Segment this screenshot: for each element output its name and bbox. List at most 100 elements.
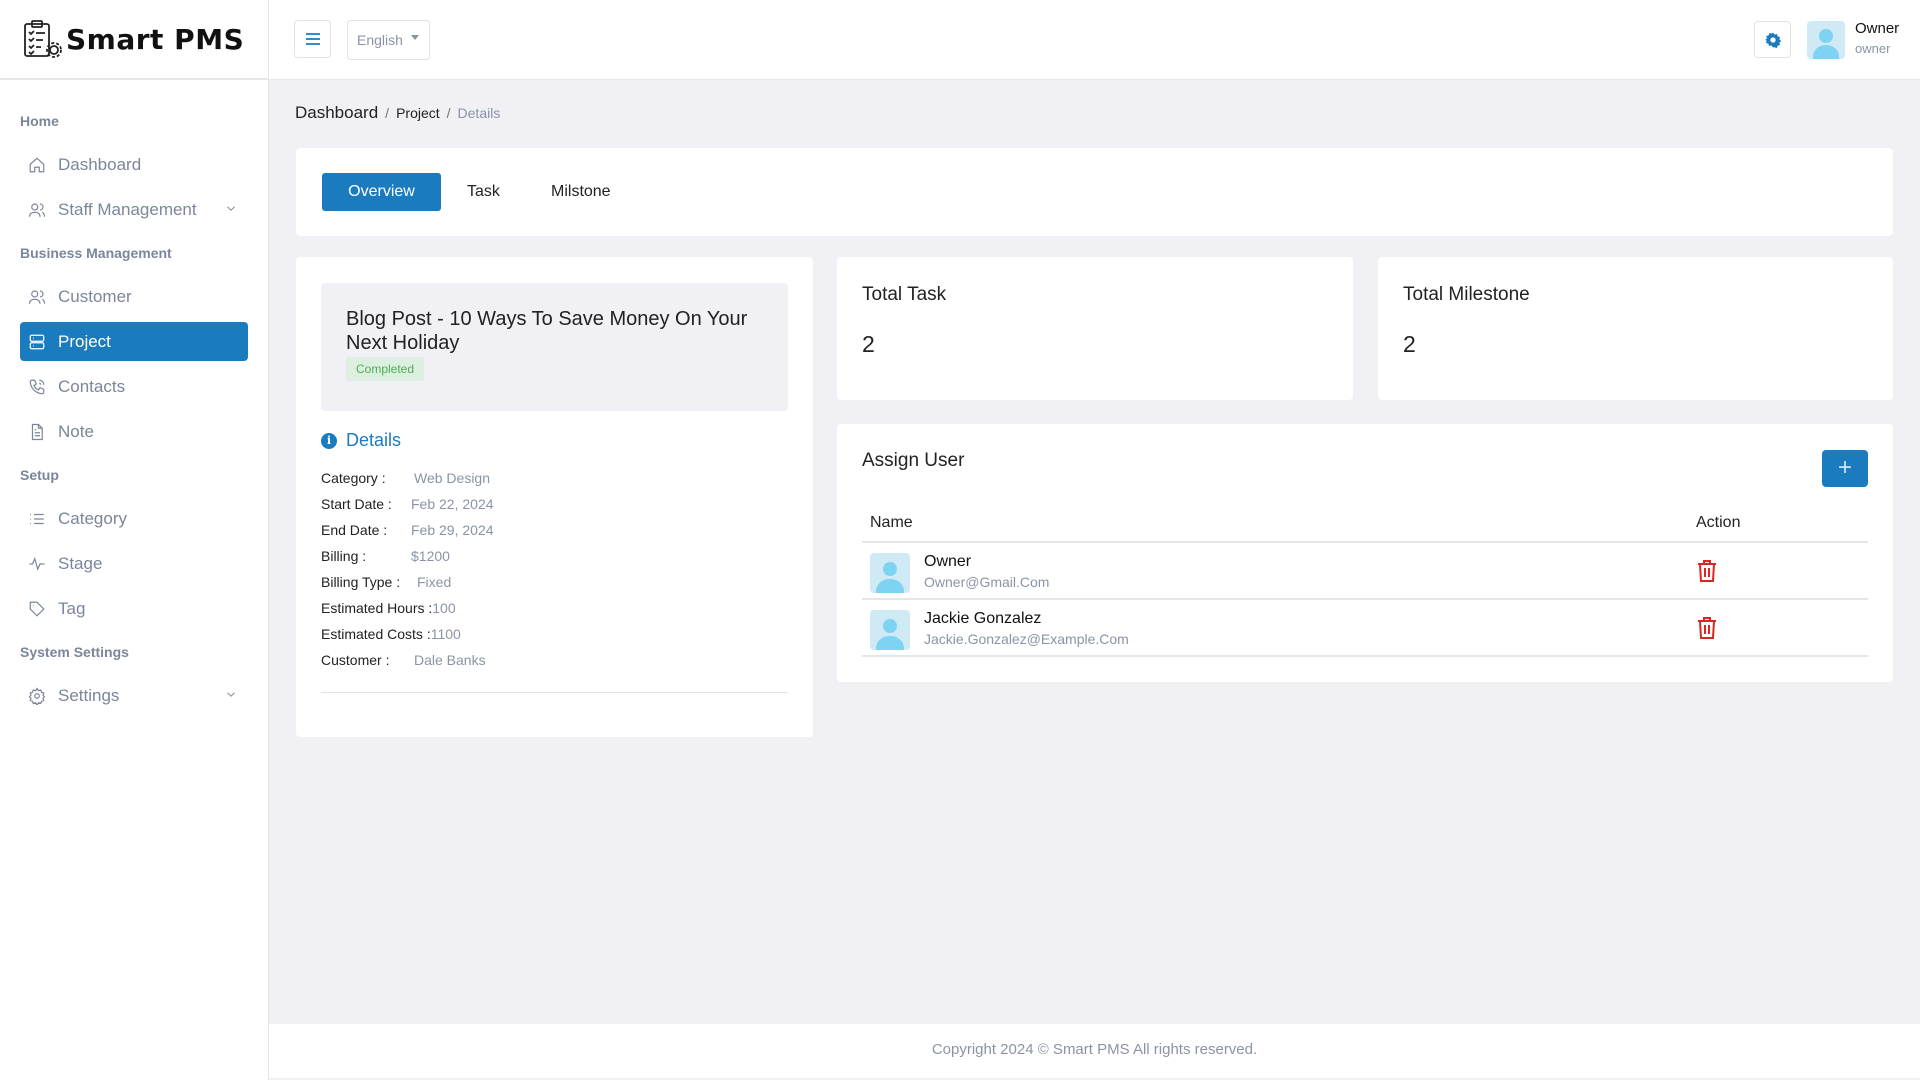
detail-label: Customer : bbox=[321, 647, 411, 673]
sidebar-item-project[interactable]: Project bbox=[20, 322, 248, 361]
menu-toggle-button[interactable] bbox=[294, 20, 331, 58]
avatar bbox=[870, 553, 910, 593]
caret-down-icon bbox=[411, 35, 419, 40]
users-icon bbox=[28, 201, 46, 219]
chevron-down-icon bbox=[224, 201, 238, 218]
user-role: owner bbox=[1855, 41, 1890, 56]
breadcrumb-dashboard[interactable]: Dashboard bbox=[295, 103, 378, 122]
detail-value: Web Design bbox=[411, 470, 490, 486]
divider bbox=[321, 692, 788, 693]
total-task-card: Total Task 2 bbox=[837, 257, 1353, 400]
detail-label: Category : bbox=[321, 465, 411, 491]
detail-billing: Billing :$1200 bbox=[321, 543, 494, 569]
sidebar-item-settings[interactable]: Settings bbox=[20, 673, 248, 718]
detail-customer: Customer :Dale Banks bbox=[321, 647, 494, 673]
detail-label: Estimated Hours : bbox=[321, 595, 432, 621]
chevron-down-icon bbox=[224, 687, 238, 704]
tab-milestone[interactable]: Milstone bbox=[525, 173, 637, 211]
sidebar-item-label: Category bbox=[58, 509, 127, 529]
sidebar-item-label: Tag bbox=[58, 599, 85, 619]
detail-label: Start Date : bbox=[321, 491, 411, 517]
users-icon bbox=[28, 288, 46, 306]
total-milestone-value: 2 bbox=[1403, 331, 1868, 358]
gear-icon bbox=[1765, 32, 1781, 48]
detail-value: $1200 bbox=[411, 548, 450, 564]
sidebar-item-staff-management[interactable]: Staff Management bbox=[20, 187, 248, 232]
total-task-label: Total Task bbox=[862, 284, 1328, 306]
phone-call-icon bbox=[28, 378, 46, 396]
sidebar-item-customer[interactable]: Customer bbox=[20, 274, 248, 319]
detail-estimated-costs: Estimated Costs :1100 bbox=[321, 621, 494, 647]
sidebar-item-label: Customer bbox=[58, 287, 132, 307]
user-avatar[interactable] bbox=[1807, 21, 1845, 59]
section-business-management: Business Management bbox=[20, 232, 248, 274]
user-email: Owner@Gmail.Com bbox=[924, 574, 1049, 590]
details-list: Category :Web Design Start Date :Feb 22,… bbox=[321, 465, 494, 673]
breadcrumb: Dashboard/Project/Details bbox=[295, 103, 500, 123]
app-name: Smart PMS bbox=[66, 23, 244, 56]
user-name: Jackie Gonzalez bbox=[924, 610, 1041, 628]
list-icon bbox=[28, 510, 46, 528]
breadcrumb-details: Details bbox=[458, 105, 501, 121]
tab-task[interactable]: Task bbox=[441, 173, 526, 211]
assign-user-title: Assign User bbox=[862, 450, 964, 472]
detail-label: Billing : bbox=[321, 543, 411, 569]
sidebar-item-label: Stage bbox=[58, 554, 102, 574]
detail-value: Fixed bbox=[411, 574, 451, 590]
detail-start-date: Start Date :Feb 22, 2024 bbox=[321, 491, 494, 517]
language-value: English bbox=[357, 32, 403, 48]
detail-billing-type: Billing Type :Fixed bbox=[321, 569, 494, 595]
language-select[interactable]: English bbox=[347, 20, 430, 60]
breadcrumb-project[interactable]: Project bbox=[396, 105, 440, 121]
add-user-button[interactable]: + bbox=[1822, 450, 1868, 487]
table-row: Jackie Gonzalez Jackie.Gonzalez@Example.… bbox=[862, 600, 1868, 657]
footer: Copyright 2024 © Smart PMS All rights re… bbox=[269, 1024, 1920, 1078]
detail-value: Feb 22, 2024 bbox=[411, 496, 494, 512]
trash-icon[interactable] bbox=[1697, 617, 1717, 639]
copyright-text: Copyright 2024 © Smart PMS All rights re… bbox=[932, 1041, 1257, 1058]
table-row: Owner Owner@Gmail.Com bbox=[862, 543, 1868, 600]
avatar bbox=[870, 610, 910, 650]
detail-value: 1100 bbox=[431, 626, 461, 642]
section-system-settings: System Settings bbox=[20, 631, 248, 673]
total-milestone-card: Total Milestone 2 bbox=[1378, 257, 1893, 400]
details-heading-text: Details bbox=[346, 430, 401, 451]
section-setup: Setup bbox=[20, 454, 248, 496]
tab-overview[interactable]: Overview bbox=[322, 173, 441, 211]
sidebar-item-label: Staff Management bbox=[58, 200, 197, 220]
detail-value: 100 bbox=[432, 600, 455, 616]
sidebar-item-contacts[interactable]: Contacts bbox=[20, 364, 248, 409]
detail-label: Estimated Costs : bbox=[321, 621, 431, 647]
user-name[interactable]: Owner bbox=[1855, 20, 1899, 37]
section-home: Home bbox=[20, 100, 248, 142]
user-name: Owner bbox=[924, 553, 971, 571]
sidebar: Smart PMS Home Dashboard Staff Managemen… bbox=[0, 0, 269, 1080]
logo[interactable]: Smart PMS bbox=[0, 0, 268, 80]
status-badge: Completed bbox=[346, 357, 424, 381]
sidebar-item-dashboard[interactable]: Dashboard bbox=[20, 142, 248, 187]
sidebar-item-label: Contacts bbox=[58, 377, 125, 397]
tabs-card: Overview Task Milstone bbox=[296, 148, 1893, 236]
activity-icon bbox=[28, 555, 46, 573]
sidebar-item-note[interactable]: Note bbox=[20, 409, 248, 454]
sidebar-item-stage[interactable]: Stage bbox=[20, 541, 248, 586]
detail-value: Dale Banks bbox=[411, 652, 486, 668]
sidebar-item-label: Project bbox=[58, 332, 111, 352]
tag-icon bbox=[28, 600, 46, 618]
clipboard-gear-icon bbox=[22, 18, 64, 60]
hamburger-icon bbox=[306, 33, 320, 45]
sidebar-item-label: Dashboard bbox=[58, 155, 141, 175]
top-header: English Owner owner bbox=[269, 0, 1920, 80]
detail-end-date: End Date :Feb 29, 2024 bbox=[321, 517, 494, 543]
sidebar-item-tag[interactable]: Tag bbox=[20, 586, 248, 631]
gear-icon bbox=[28, 687, 46, 705]
details-heading: i Details bbox=[321, 430, 401, 451]
trash-icon[interactable] bbox=[1697, 560, 1717, 582]
sidebar-item-category[interactable]: Category bbox=[20, 496, 248, 541]
project-title: Blog Post - 10 Ways To Save Money On You… bbox=[346, 307, 763, 355]
project-header: Blog Post - 10 Ways To Save Money On You… bbox=[321, 283, 788, 411]
settings-button[interactable] bbox=[1754, 21, 1791, 58]
total-milestone-label: Total Milestone bbox=[1403, 284, 1868, 306]
server-icon bbox=[28, 333, 46, 351]
column-action: Action bbox=[1696, 514, 1740, 532]
